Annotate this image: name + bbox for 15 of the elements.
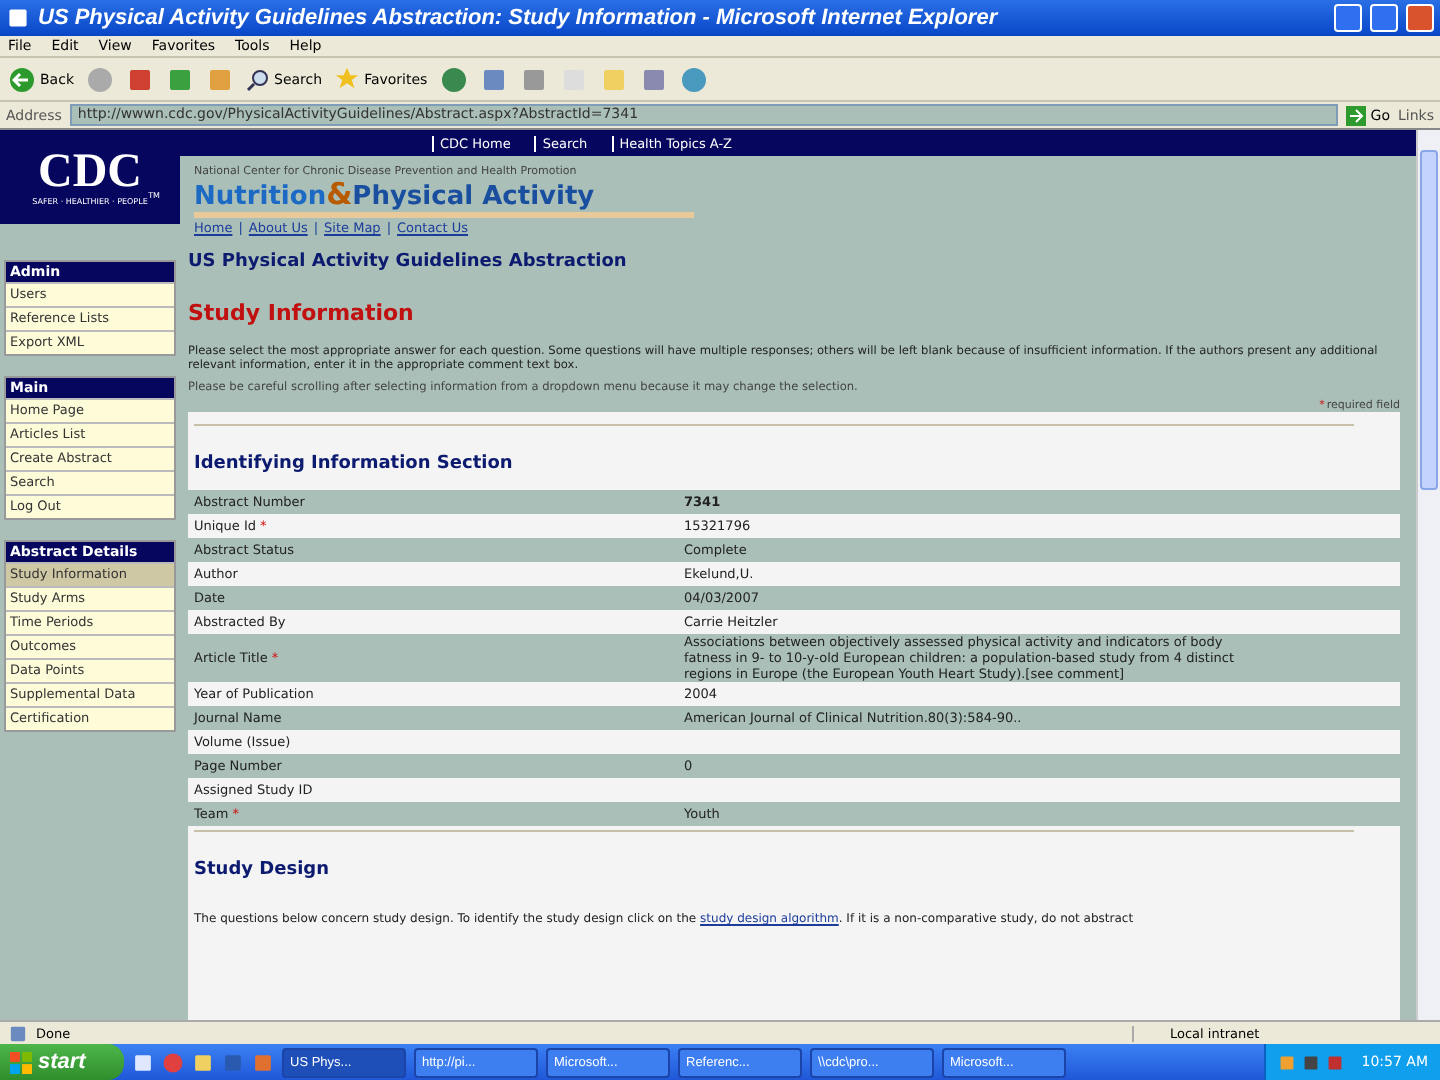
site-title: US Physical Activity Guidelines Abstraction [188, 252, 629, 272]
page-title: Study Information [188, 300, 416, 326]
search-icon [246, 67, 270, 91]
star-icon [334, 66, 361, 92]
section-heading: Study Design [194, 860, 331, 880]
windows-flag-icon [10, 1051, 32, 1073]
site-banner: Nutrition&Physical Activity [194, 180, 694, 218]
section-heading: Identifying Information Section [194, 454, 515, 474]
back-arrow-icon [8, 65, 36, 93]
window-title: US Physical Activity Guidelines Abstraction: Study Information - Microsoft Internet Explorer [38, 6, 1001, 30]
arrow-icon [1346, 105, 1367, 125]
close-button[interactable] [1406, 4, 1434, 32]
maximize-button[interactable] [1370, 4, 1398, 32]
scrollbar[interactable] [1416, 130, 1440, 1020]
minimize-button[interactable] [1334, 4, 1362, 32]
